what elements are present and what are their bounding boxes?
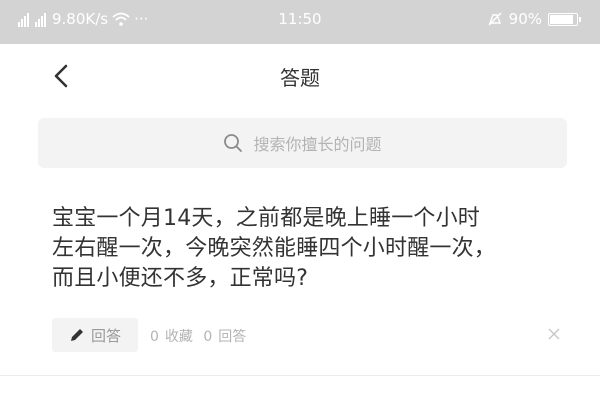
battery-fill	[550, 14, 574, 24]
nav-bar: 答题	[0, 44, 600, 104]
favorites-label: 收藏	[164, 329, 193, 345]
search-icon	[224, 134, 243, 152]
answer-button-label: 回答	[90, 326, 121, 345]
dismiss-button[interactable]	[544, 324, 564, 344]
question-line: 左右醒一次，今晚突然能睡四个小时醒一次，	[52, 236, 497, 261]
favorites-count: 0	[150, 329, 159, 345]
status-right: 90%	[487, 10, 581, 28]
question-line: 而且小便还不多，正常吗?	[52, 266, 309, 291]
no-alarm-icon	[488, 12, 502, 26]
question-text[interactable]: 宝宝一个月14天，之前都是晚上睡一个小时 左右醒一次，今晚突然能睡四个小时醒一次…	[52, 204, 572, 294]
answers-count: 0	[203, 329, 213, 345]
answers-label: 回答	[218, 329, 247, 345]
question-line: 宝宝一个月14天，之前都是晚上睡一个小时	[52, 206, 480, 231]
close-icon	[548, 328, 560, 340]
page-title: 答题	[280, 66, 320, 90]
status-bar: 9.80K/s ··· 11:50 90%	[0, 0, 600, 44]
battery-icon	[548, 12, 581, 26]
search-input[interactable]: 搜索你擅长的问题	[38, 118, 567, 168]
pencil-icon	[70, 329, 83, 341]
question-meta-row: 回答 0 收藏 0 回答	[52, 318, 562, 352]
search-placeholder: 搜索你擅长的问题	[253, 135, 382, 154]
divider	[0, 375, 600, 376]
answer-button[interactable]: 回答	[52, 318, 138, 352]
question-stats: 0 收藏 0 回答	[150, 326, 252, 346]
battery-percent: 90%	[508, 10, 542, 28]
